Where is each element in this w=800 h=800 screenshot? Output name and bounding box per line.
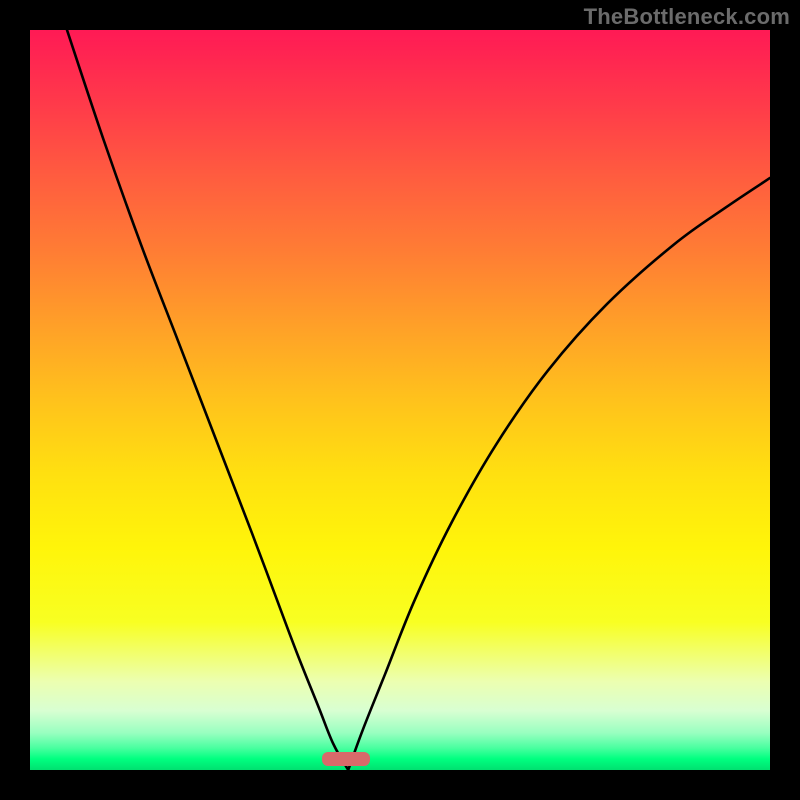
- bottleneck-curve: [30, 30, 770, 770]
- curve-left-curve: [67, 30, 348, 770]
- plot-area: [30, 30, 770, 770]
- curve-right-curve: [348, 178, 770, 770]
- chart-frame: TheBottleneck.com: [0, 0, 800, 800]
- watermark-text: TheBottleneck.com: [584, 4, 790, 30]
- vertex-marker: [322, 752, 370, 765]
